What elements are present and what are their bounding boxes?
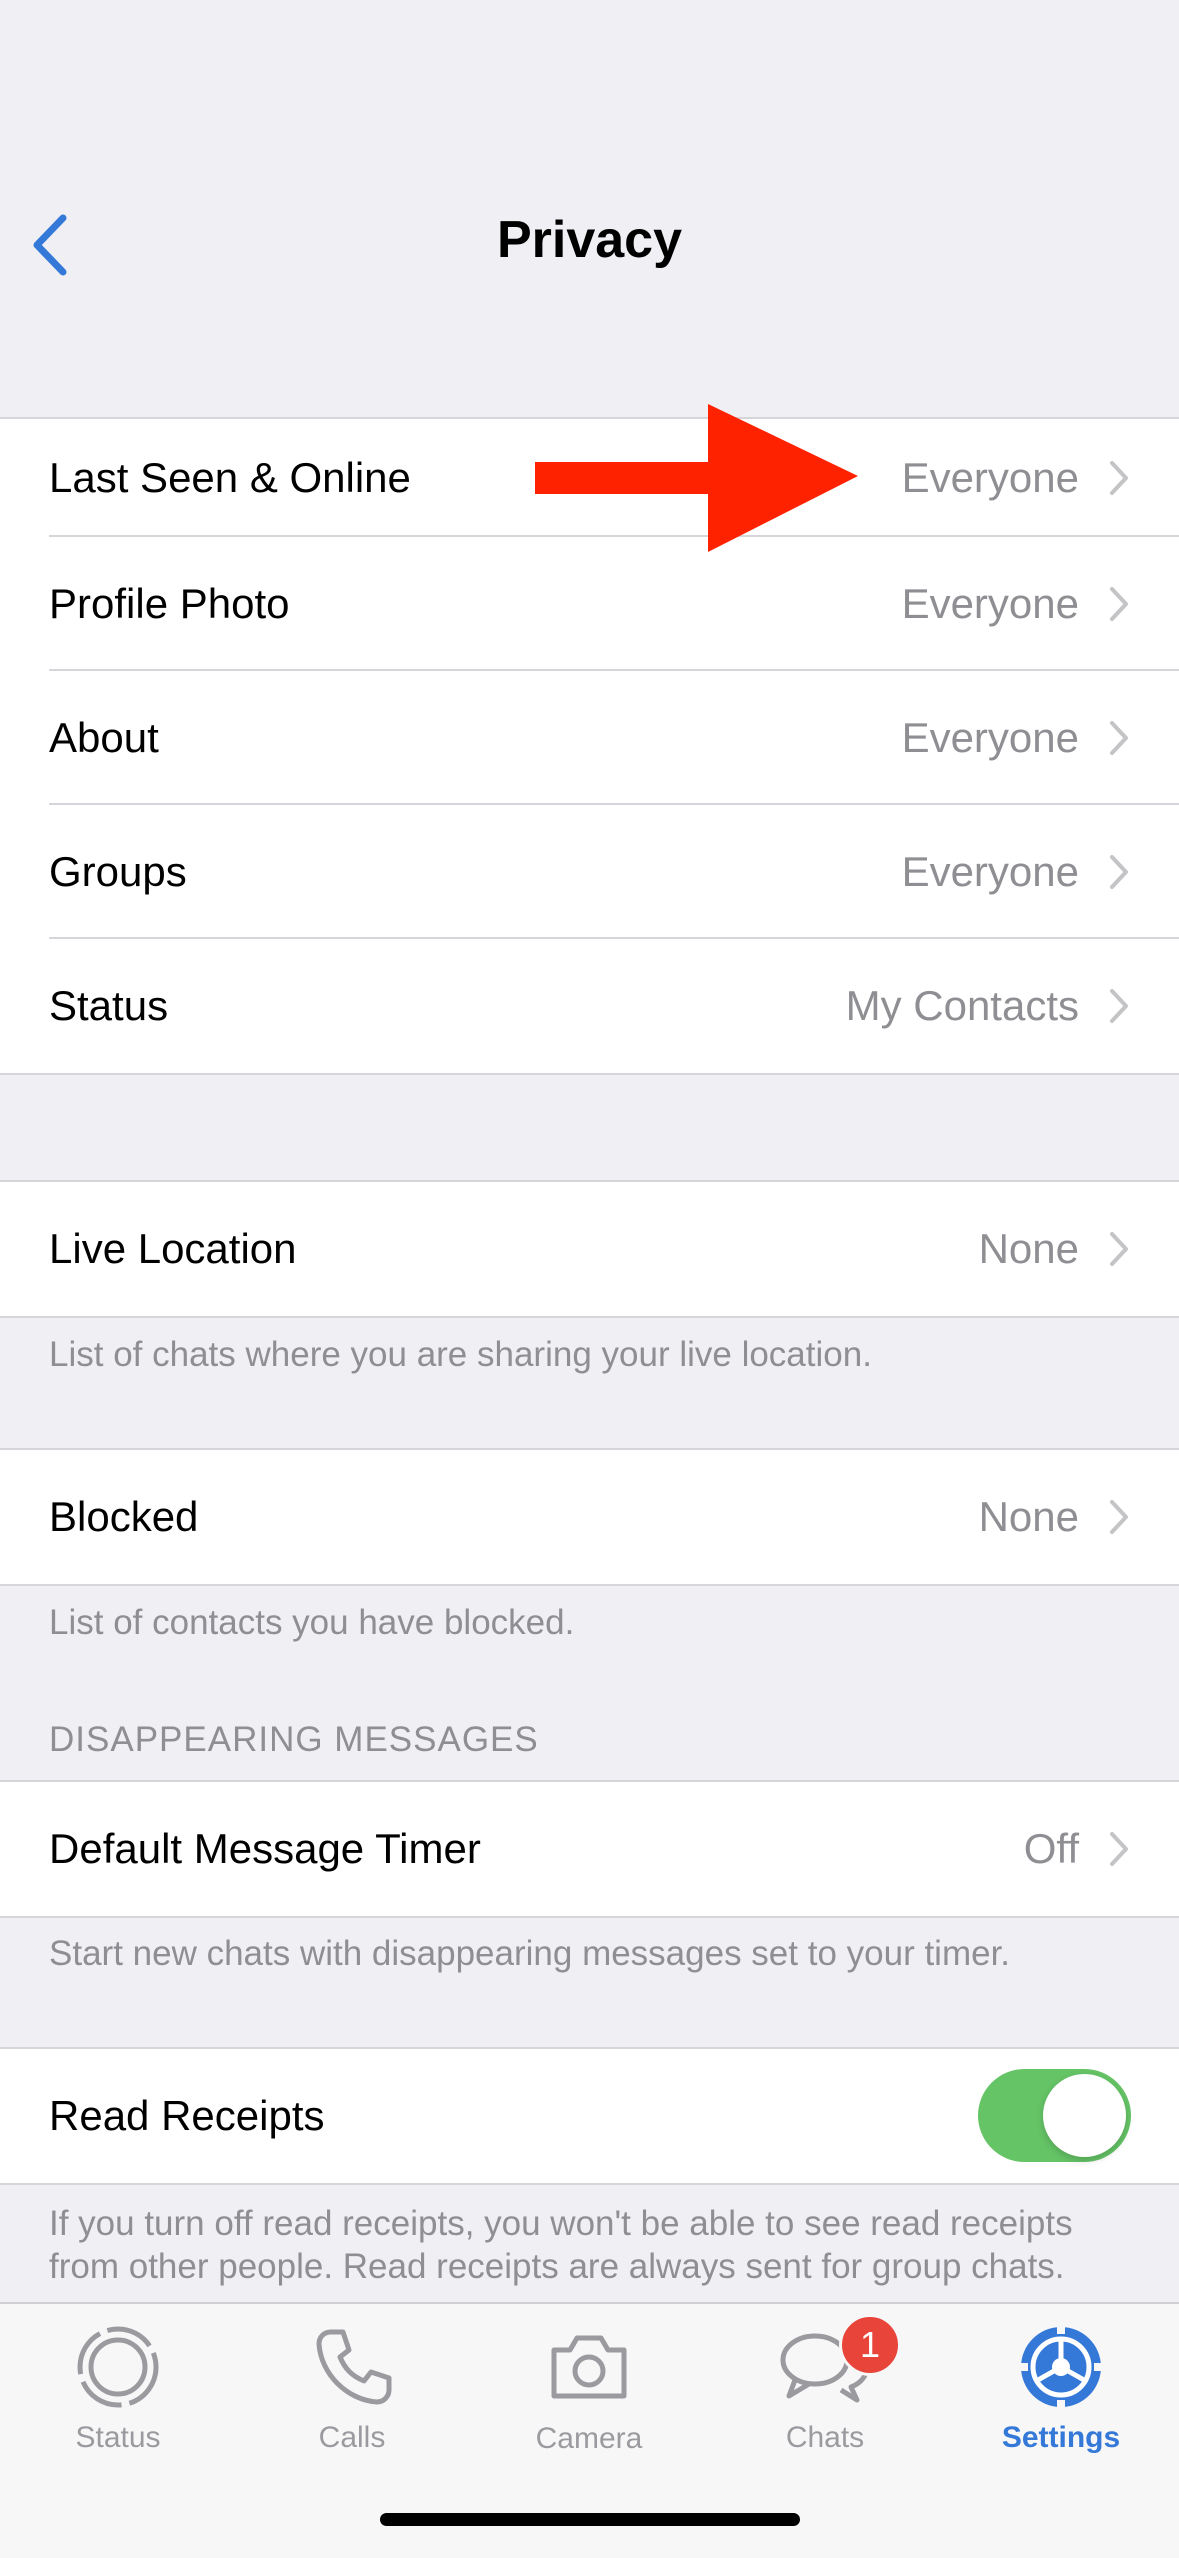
tab-label: Chats: [785, 2421, 865, 2454]
row-label: Profile Photo: [49, 580, 290, 627]
blocked-footer: List of contacts you have blocked.: [49, 1603, 575, 1642]
tab-label: Status: [75, 2421, 161, 2454]
live-location-row[interactable]: Live Location None: [0, 1182, 1179, 1316]
live-location-footer: List of chats where you are sharing your…: [49, 1335, 872, 1374]
status-icon: [77, 2326, 159, 2408]
disappearing-messages-group: Default Message Timer Off: [0, 1780, 1179, 1918]
tab-label: Settings: [1001, 2421, 1121, 2454]
row-value: Everyone: [901, 454, 1079, 501]
chevron-right-icon: [1110, 1232, 1128, 1266]
chevron-right-icon: [1110, 989, 1128, 1023]
tab-label: Camera: [535, 2422, 643, 2455]
unread-badge: 1: [839, 2314, 901, 2376]
read-receipts-row: Read Receipts: [0, 2049, 1179, 2183]
chevron-right-icon: [1110, 855, 1128, 889]
groups-row[interactable]: Groups Everyone: [0, 805, 1179, 939]
tab-camera[interactable]: Camera: [471, 2304, 707, 2504]
row-value: None: [978, 1225, 1079, 1272]
chevron-right-icon: [1110, 587, 1128, 621]
read-receipts-toggle[interactable]: [978, 2069, 1131, 2162]
tab-label: Calls: [318, 2421, 386, 2454]
row-value: Everyone: [901, 714, 1079, 761]
blocked-row[interactable]: Blocked None: [0, 1450, 1179, 1584]
tab-calls[interactable]: Calls: [234, 2304, 470, 2504]
row-value: Everyone: [901, 580, 1079, 627]
row-label: Groups: [49, 848, 187, 895]
page-title: Privacy: [496, 211, 683, 269]
toggle-knob: [1043, 2074, 1126, 2157]
chevron-right-icon: [1110, 1500, 1128, 1534]
row-label: Blocked: [49, 1493, 199, 1540]
tab-chats[interactable]: 1 Chats: [707, 2304, 943, 2504]
tab-status[interactable]: Status: [0, 2304, 236, 2504]
disappearing-messages-header: DISAPPEARING MESSAGES: [49, 1720, 539, 1759]
row-value: Everyone: [901, 848, 1079, 895]
live-location-group: Live Location None: [0, 1180, 1179, 1318]
row-value: Off: [1023, 1825, 1079, 1872]
status-row[interactable]: Status My Contacts: [0, 939, 1179, 1073]
about-row[interactable]: About Everyone: [0, 671, 1179, 805]
gear-icon: [1018, 2324, 1104, 2410]
row-value: My Contacts: [845, 982, 1079, 1029]
row-label: Last Seen & Online: [49, 454, 411, 501]
phone-icon: [316, 2329, 392, 2405]
tab-settings[interactable]: Settings: [943, 2304, 1179, 2504]
read-receipts-group: Read Receipts: [0, 2047, 1179, 2185]
annotation-arrow: [535, 404, 858, 552]
row-label: Read Receipts: [49, 2092, 325, 2139]
chevron-right-icon: [1110, 1832, 1128, 1866]
default-message-timer-row[interactable]: Default Message Timer Off: [0, 1782, 1179, 1916]
navigation-bar: Privacy: [0, 0, 1179, 418]
chevron-right-icon: [1110, 461, 1128, 495]
row-label: Status: [49, 982, 169, 1029]
camera-icon: [551, 2335, 627, 2399]
chevron-right-icon: [1110, 721, 1128, 755]
row-label: Live Location: [49, 1225, 297, 1272]
row-value: None: [978, 1493, 1079, 1540]
disappearing-messages-footer: Start new chats with disappearing messag…: [49, 1934, 1011, 1973]
blocked-group: Blocked None: [0, 1448, 1179, 1586]
row-label: About: [49, 714, 159, 761]
read-receipts-footer: If you turn off read receipts, you won't…: [49, 2204, 1073, 2286]
home-indicator[interactable]: [380, 2513, 800, 2526]
row-label: Default Message Timer: [49, 1825, 481, 1872]
